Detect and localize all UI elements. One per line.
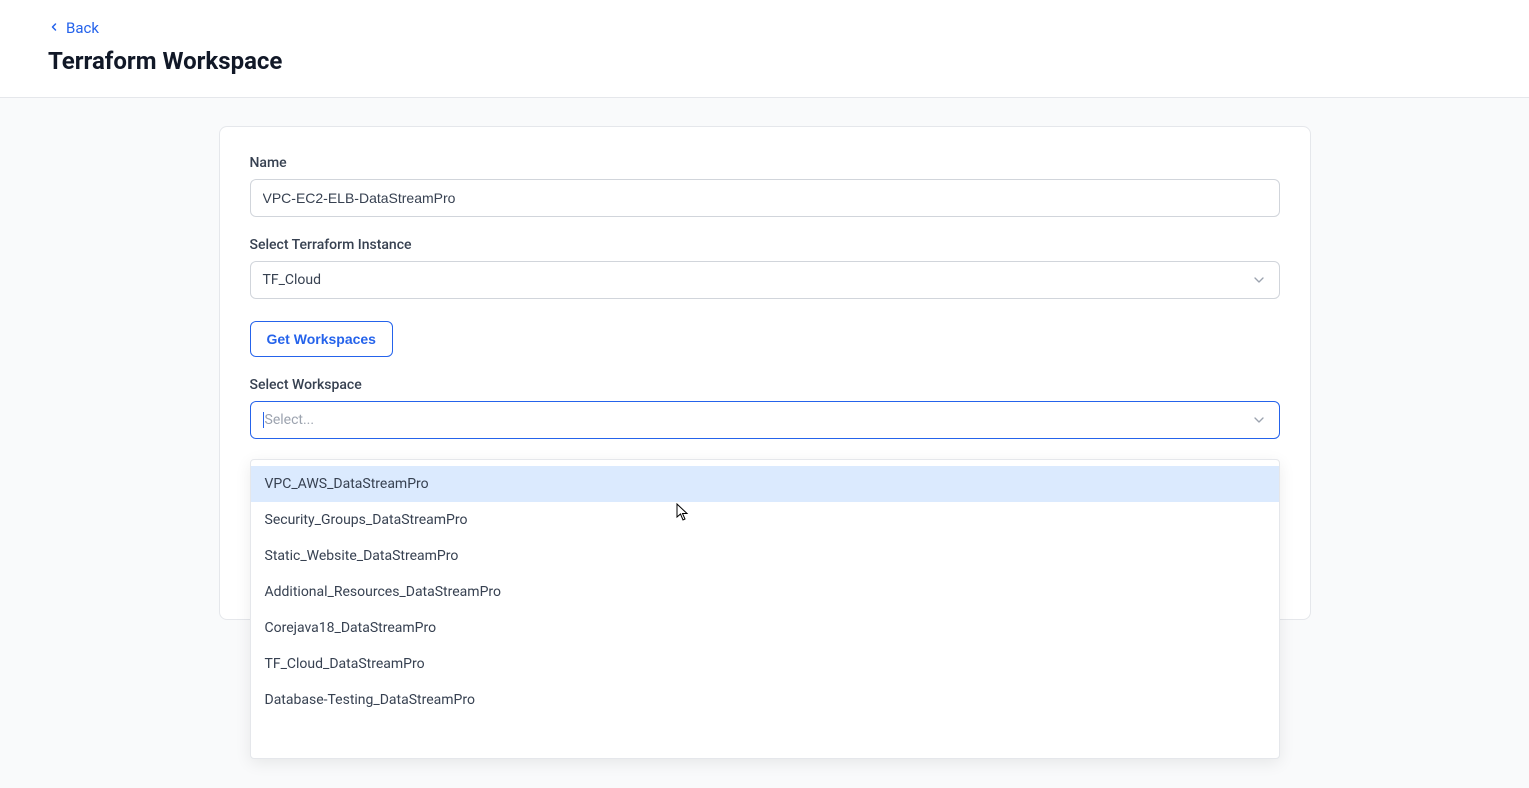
chevron-left-icon	[48, 19, 60, 37]
chevron-down-icon	[1251, 272, 1267, 288]
dropdown-item[interactable]: Corejava18_DataStreamPro	[251, 610, 1279, 646]
instance-group: Select Terraform Instance TF_Cloud	[250, 237, 1280, 299]
dropdown-scroll[interactable]: VPC_AWS_DataStreamProSecurity_Groups_Dat…	[251, 460, 1279, 758]
dropdown-item[interactable]: Additional_Resources_DataStreamPro	[251, 574, 1279, 610]
workspace-dropdown: VPC_AWS_DataStreamProSecurity_Groups_Dat…	[250, 459, 1280, 759]
back-label: Back	[66, 19, 99, 37]
dropdown-item[interactable]: Database-Testing_DataStreamPro	[251, 682, 1279, 718]
content-area: Name Select Terraform Instance TF_Cloud …	[0, 98, 1529, 660]
get-workspaces-button[interactable]: Get Workspaces	[250, 321, 393, 357]
form-card: Name Select Terraform Instance TF_Cloud …	[219, 126, 1311, 620]
instance-value: TF_Cloud	[263, 272, 1251, 288]
dropdown-item[interactable]: VPC_AWS_DataStreamPro	[251, 466, 1279, 502]
name-group: Name	[250, 155, 1280, 217]
name-input[interactable]	[250, 179, 1280, 217]
workspace-label: Select Workspace	[250, 377, 1280, 393]
workspace-group: Select Workspace Select...	[250, 377, 1280, 439]
page-title: Terraform Workspace	[48, 47, 1481, 75]
instance-label: Select Terraform Instance	[250, 237, 1280, 253]
workspace-placeholder: Select...	[263, 412, 1251, 428]
instance-select[interactable]: TF_Cloud	[250, 261, 1280, 299]
page-header: Back Terraform Workspace	[0, 0, 1529, 98]
dropdown-item[interactable]: TF_Cloud_DataStreamPro	[251, 646, 1279, 682]
dropdown-item[interactable]: Security_Groups_DataStreamPro	[251, 502, 1279, 538]
workspace-select[interactable]: Select...	[250, 401, 1280, 439]
chevron-down-icon	[1251, 412, 1267, 428]
dropdown-item[interactable]: Static_Website_DataStreamPro	[251, 538, 1279, 574]
name-label: Name	[250, 155, 1280, 171]
back-link[interactable]: Back	[48, 19, 99, 37]
